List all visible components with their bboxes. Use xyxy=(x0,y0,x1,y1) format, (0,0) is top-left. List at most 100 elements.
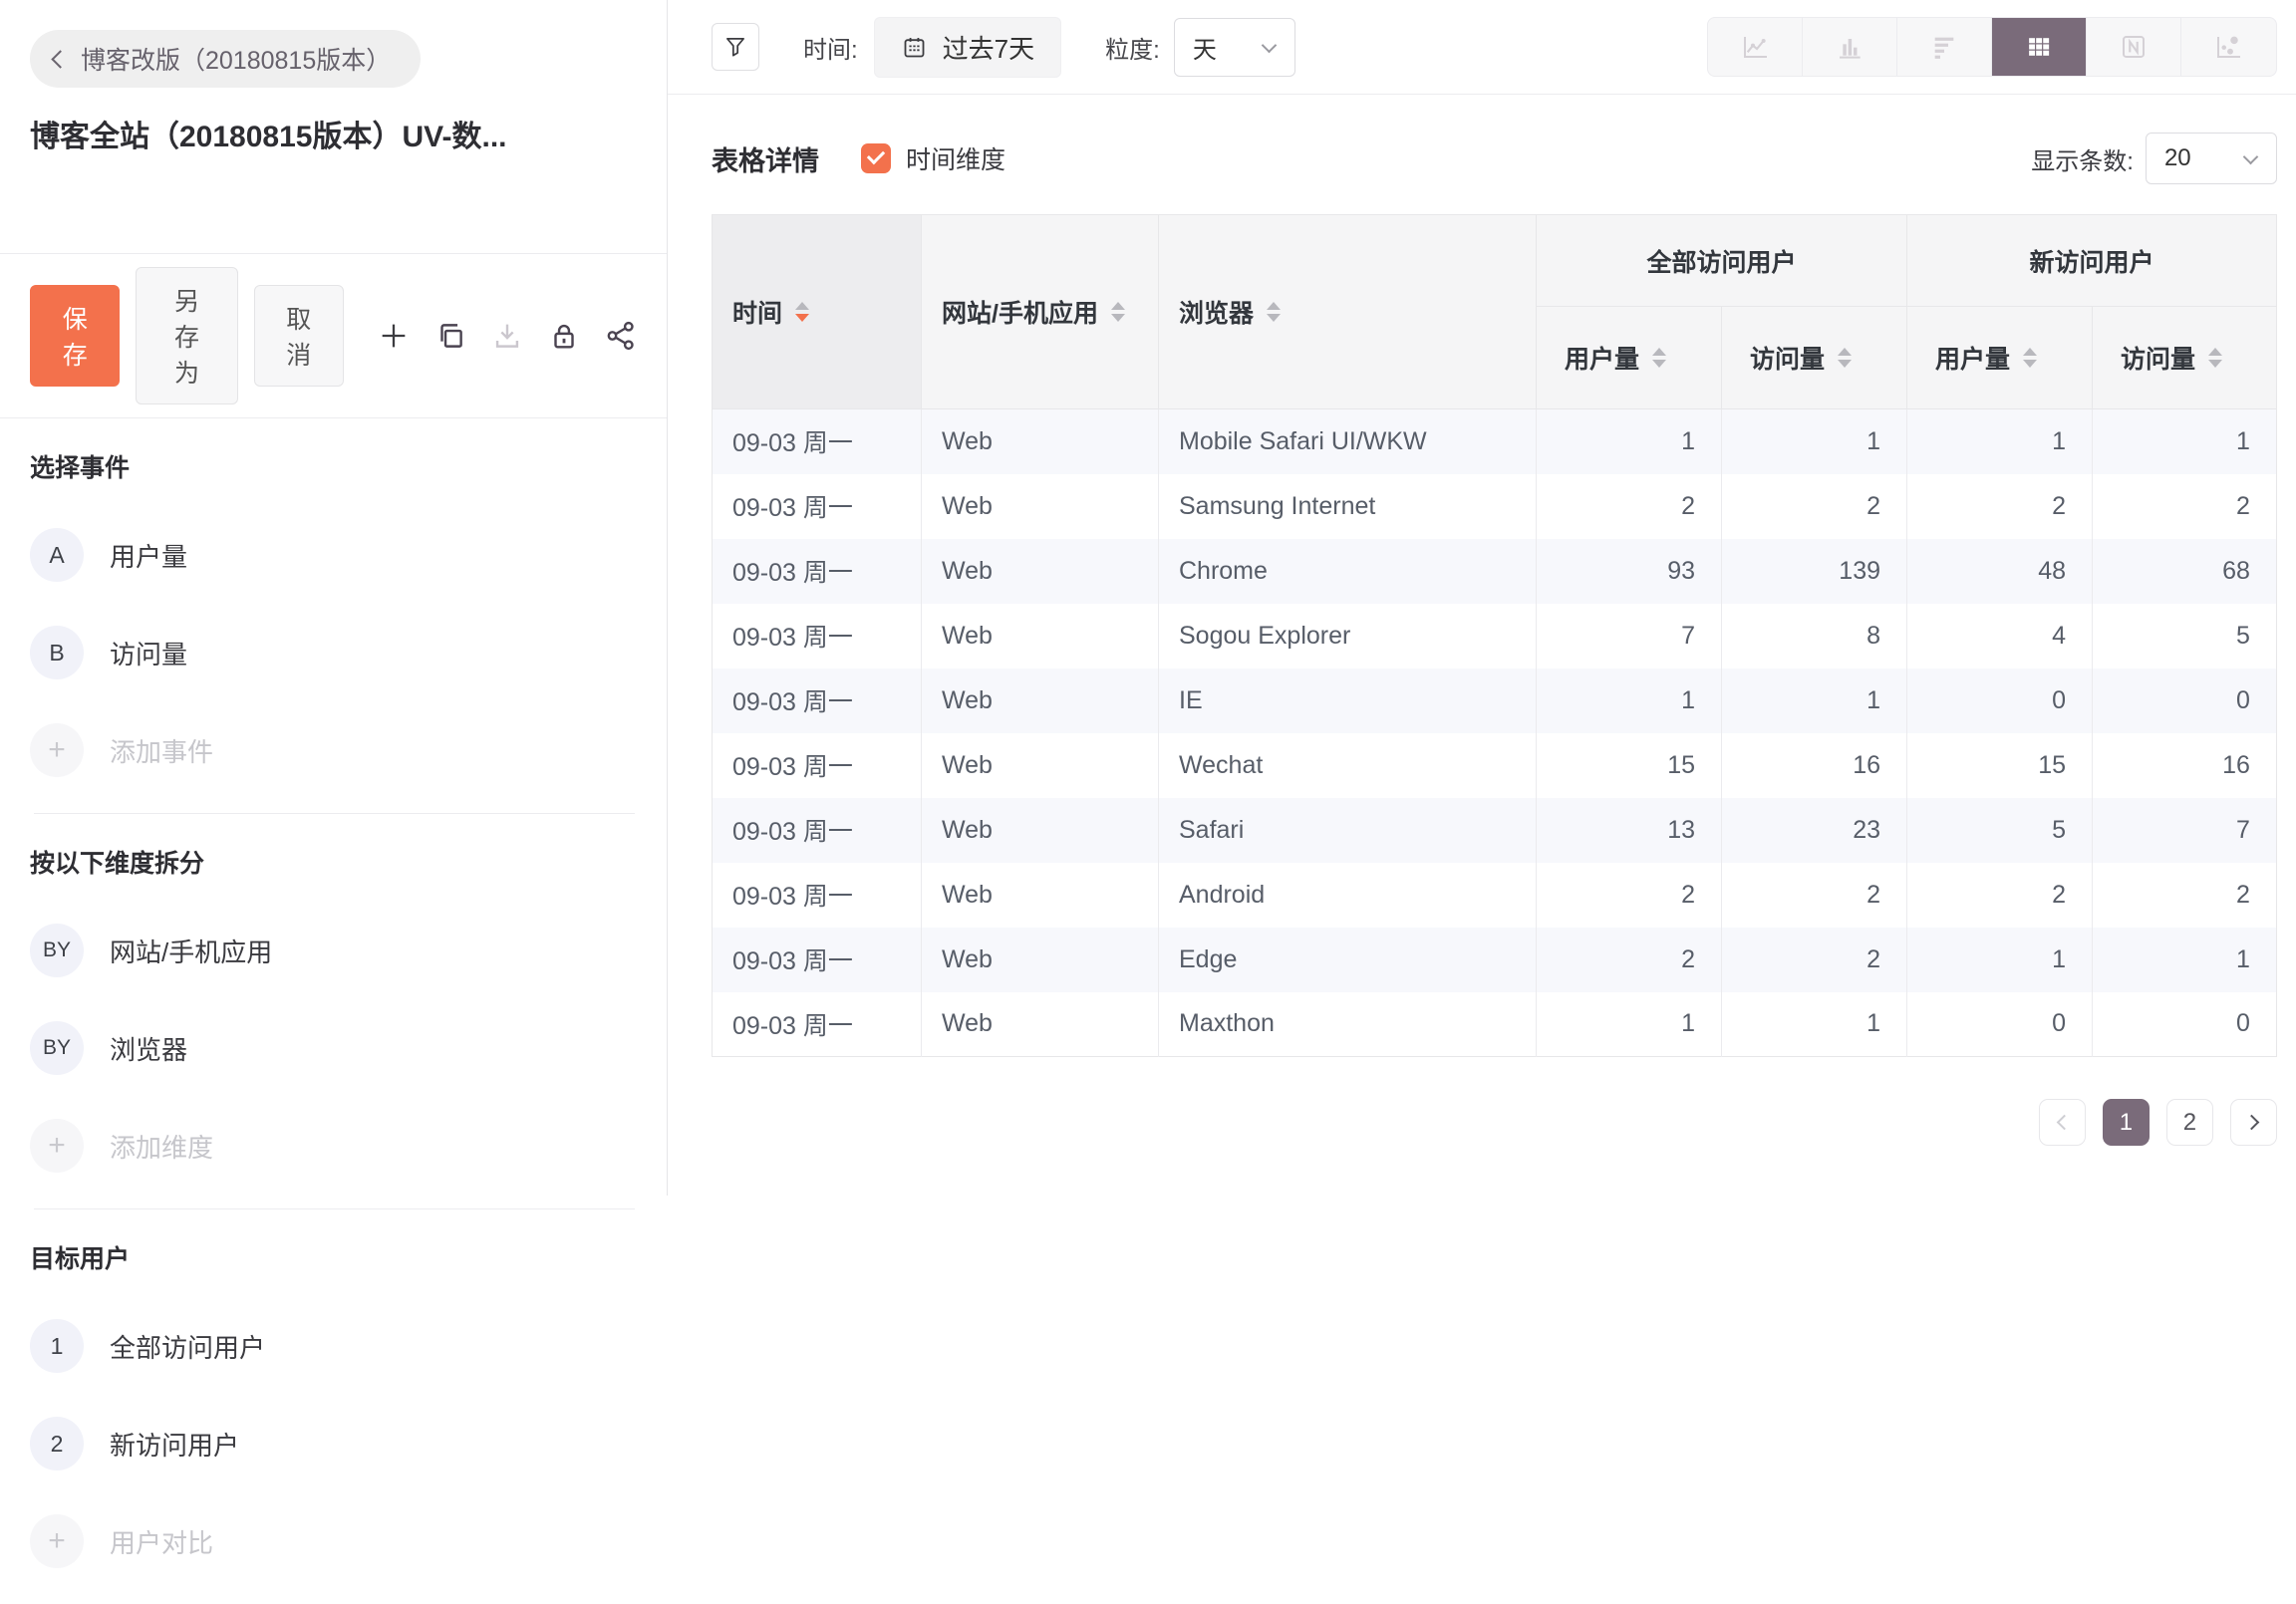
cell-number: 2 xyxy=(1537,474,1722,539)
sort-icon[interactable] xyxy=(1652,348,1666,368)
cell-text: 09-03 周一 xyxy=(713,539,922,604)
cell-number: 2 xyxy=(2093,863,2277,928)
sort-icon[interactable] xyxy=(2023,348,2037,368)
table-row: 09-03 周一WebWechat15161516 xyxy=(713,733,2277,798)
column-header-new-users-count[interactable]: 用户量 xyxy=(1907,307,2093,409)
cell-number: 0 xyxy=(1907,668,2093,733)
page-button-2[interactable]: 2 xyxy=(2166,1099,2213,1146)
data-table: 时间 网站/手机应用 浏览器 全部访问用户 xyxy=(712,214,2277,1057)
column-header-all-visits-count[interactable]: 访问量 xyxy=(1722,307,1907,409)
cell-text: Samsung Internet xyxy=(1159,474,1537,539)
target-user-item-1[interactable]: 1 全部访问用户 xyxy=(30,1319,639,1373)
cell-number: 16 xyxy=(1722,733,1907,798)
cell-number: 5 xyxy=(2093,604,2277,668)
cell-number: 68 xyxy=(2093,539,2277,604)
calendar-icon xyxy=(901,34,928,61)
prev-page-button[interactable] xyxy=(2039,1099,2086,1146)
cell-number: 2 xyxy=(2093,474,2277,539)
actions-row: 保 存 另存为 取 消 xyxy=(30,254,639,417)
add-dimension-button[interactable]: + 添加维度 xyxy=(30,1119,639,1173)
chart-type-bar-button[interactable] xyxy=(1803,18,1897,76)
sort-icon[interactable] xyxy=(2208,348,2222,368)
line-chart-icon xyxy=(1739,31,1771,63)
page-button-1[interactable]: 1 xyxy=(2103,1099,2150,1146)
share-button[interactable] xyxy=(603,318,639,354)
lock-button[interactable] xyxy=(546,318,582,354)
cell-number: 2 xyxy=(1722,863,1907,928)
cell-number: 1 xyxy=(1907,928,2093,992)
column-header-new-visits-count[interactable]: 访问量 xyxy=(2093,307,2277,409)
copy-button[interactable] xyxy=(432,318,468,354)
event-item-a[interactable]: A 用户量 xyxy=(30,528,639,582)
cancel-button[interactable]: 取 消 xyxy=(254,285,344,387)
chart-type-line-button[interactable] xyxy=(1708,18,1803,76)
time-dimension-label: 时间维度 xyxy=(906,140,1005,176)
chart-type-horizontal-bar-button[interactable] xyxy=(1897,18,1992,76)
table-grid-icon xyxy=(2023,31,2055,63)
sort-icon[interactable] xyxy=(1838,348,1852,368)
cell-number: 1 xyxy=(1722,409,1907,474)
section-heading: 按以下维度拆分 xyxy=(30,844,639,880)
table-row: 09-03 周一WebMobile Safari UI/WKW1111 xyxy=(713,409,2277,474)
table-row: 09-03 周一WebChrome931394868 xyxy=(713,539,2277,604)
table-body: 09-03 周一WebMobile Safari UI/WKW1111 09-03… xyxy=(713,409,2277,1057)
cell-text: Android xyxy=(1159,863,1537,928)
column-header-site[interactable]: 网站/手机应用 xyxy=(922,215,1159,409)
action-icons xyxy=(376,318,639,354)
cell-text: Safari xyxy=(1159,798,1537,863)
save-button[interactable]: 保 存 xyxy=(30,285,120,387)
page-size-select[interactable]: 20 xyxy=(2146,133,2277,184)
by-badge: BY xyxy=(30,924,84,977)
sort-icon[interactable] xyxy=(1111,302,1125,322)
cell-text: Sogou Explorer xyxy=(1159,604,1537,668)
cell-number: 15 xyxy=(1537,733,1722,798)
chart-type-table-button[interactable] xyxy=(1992,18,2087,76)
cell-number: 0 xyxy=(2093,992,2277,1057)
event-badge: B xyxy=(30,626,84,679)
chevron-down-icon xyxy=(2243,148,2259,164)
cell-number: 2 xyxy=(1537,863,1722,928)
chart-type-scatter-button[interactable] xyxy=(2181,18,2276,76)
group-header-new-users: 新访问用户 xyxy=(1907,215,2277,307)
table-row: 09-03 周一WebIE1100 xyxy=(713,668,2277,733)
cell-number: 1 xyxy=(1537,409,1722,474)
user-badge: 2 xyxy=(30,1417,84,1470)
filter-button[interactable] xyxy=(712,23,759,71)
section-select-events: 选择事件 A 用户量 B 访问量 + 添加事件 xyxy=(30,418,639,813)
checkbox-checked-icon[interactable] xyxy=(861,143,891,173)
cell-number: 8 xyxy=(1722,604,1907,668)
granularity-select[interactable]: 天 xyxy=(1174,18,1295,77)
column-header-time[interactable]: 时间 xyxy=(713,215,922,409)
cell-number: 1 xyxy=(2093,409,2277,474)
dimension-item-site[interactable]: BY 网站/手机应用 xyxy=(30,924,639,977)
time-label: 时间: xyxy=(803,30,858,65)
save-as-button[interactable]: 另存为 xyxy=(136,267,237,404)
breadcrumb[interactable]: 博客改版（20180815版本） xyxy=(30,30,421,88)
dimension-item-browser[interactable]: BY 浏览器 xyxy=(30,1021,639,1075)
sort-icon[interactable] xyxy=(795,302,809,322)
column-header-browser[interactable]: 浏览器 xyxy=(1159,215,1537,409)
column-header-all-users-count[interactable]: 用户量 xyxy=(1537,307,1722,409)
add-event-button[interactable]: + 添加事件 xyxy=(30,723,639,777)
time-range-button[interactable]: 过去7天 xyxy=(874,17,1061,78)
time-dimension-checkbox[interactable]: 时间维度 xyxy=(861,140,1005,176)
breadcrumb-label: 博客改版（20180815版本） xyxy=(81,41,391,77)
table-row: 09-03 周一WebMaxthon1100 xyxy=(713,992,2277,1057)
download-button[interactable] xyxy=(489,318,525,354)
column-label: 用户量 xyxy=(1565,340,1639,376)
cell-text: 09-03 周一 xyxy=(713,863,922,928)
cell-text: Edge xyxy=(1159,928,1537,992)
cell-text: 09-03 周一 xyxy=(713,798,922,863)
plus-icon: + xyxy=(30,723,84,777)
event-item-b[interactable]: B 访问量 xyxy=(30,626,639,679)
cell-number: 0 xyxy=(1907,992,2093,1057)
add-button[interactable] xyxy=(376,318,412,354)
compare-users-button[interactable]: + 用户对比 xyxy=(30,1514,639,1568)
cell-number: 15 xyxy=(1907,733,2093,798)
next-page-button[interactable] xyxy=(2230,1099,2277,1146)
chart-type-number-button[interactable] xyxy=(2087,18,2181,76)
cell-text: Maxthon xyxy=(1159,992,1537,1057)
sort-icon[interactable] xyxy=(1267,302,1281,322)
target-user-item-2[interactable]: 2 新访问用户 xyxy=(30,1417,639,1470)
cell-number: 7 xyxy=(1537,604,1722,668)
